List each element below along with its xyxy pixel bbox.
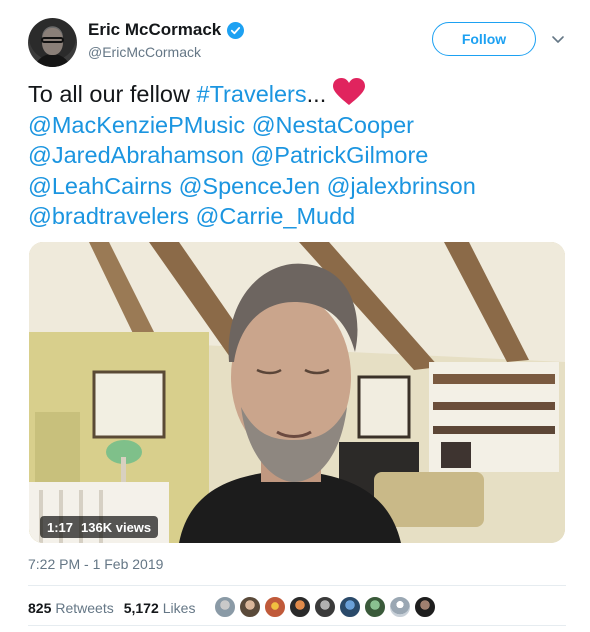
liker-avatar[interactable]: [389, 596, 411, 618]
mention-link[interactable]: @jalexbrinson: [327, 173, 476, 199]
mention-link[interactable]: @PatrickGilmore: [250, 142, 428, 168]
mention-link[interactable]: @LeahCairns: [28, 173, 172, 199]
video-info-badge: 1:17 136K views: [40, 516, 159, 538]
tweet-line-2: @MacKenziePMusic @NestaCooper: [28, 110, 568, 141]
author-handle[interactable]: @EricMcCormack: [88, 44, 201, 60]
divider: [28, 585, 566, 586]
verified-icon: [227, 21, 245, 39]
divider: [28, 625, 566, 626]
author-name-row[interactable]: Eric McCormack: [88, 20, 245, 40]
liker-avatar[interactable]: [339, 596, 361, 618]
mention-link[interactable]: @MacKenziePMusic: [28, 112, 245, 138]
tweet-line-5: @bradtravelers @Carrie_Mudd: [28, 201, 568, 232]
mention-link[interactable]: @Carrie_Mudd: [196, 203, 356, 229]
retweets-label[interactable]: Retweets: [55, 600, 113, 616]
mention-link[interactable]: @bradtravelers: [28, 203, 189, 229]
liker-avatar[interactable]: [264, 596, 286, 618]
follow-button[interactable]: Follow: [432, 22, 536, 56]
tweet-text: To all our fellow #Travelers... @MacKenz…: [28, 78, 568, 232]
mention-link[interactable]: @SpenceJen: [179, 173, 320, 199]
liker-avatars: [214, 596, 436, 618]
liker-avatar[interactable]: [214, 596, 236, 618]
video-thumbnail: [29, 242, 565, 543]
mention-link[interactable]: @NestaCooper: [252, 112, 414, 138]
tweet-timestamp[interactable]: 7:22 PM - 1 Feb 2019: [28, 556, 163, 572]
likes-label[interactable]: Likes: [163, 600, 196, 616]
liker-avatar[interactable]: [364, 596, 386, 618]
likes-count[interactable]: 5,172: [124, 600, 159, 616]
liker-avatar[interactable]: [289, 596, 311, 618]
author-display-name[interactable]: Eric McCormack: [88, 20, 221, 40]
video-player[interactable]: [29, 242, 565, 543]
tweet-stats: 825 Retweets 5,172 Likes: [28, 600, 205, 616]
retweets-count[interactable]: 825: [28, 600, 51, 616]
tweet-line-4: @LeahCairns @SpenceJen @jalexbrinson: [28, 171, 568, 202]
tweet-line-1: To all our fellow #Travelers...: [28, 78, 568, 110]
video-views: 136K views: [81, 519, 152, 535]
mention-link[interactable]: @JaredAbrahamson: [28, 142, 244, 168]
liker-avatar[interactable]: [239, 596, 261, 618]
tweet-intro: To all our fellow: [28, 81, 197, 107]
caret-down-icon[interactable]: [551, 32, 565, 46]
red-heart-icon: [333, 78, 366, 105]
tweet-ellipsis: ...: [306, 81, 327, 107]
liker-avatar[interactable]: [314, 596, 336, 618]
liker-avatar[interactable]: [414, 596, 436, 618]
tweet-card: Eric McCormack @EricMcCormack Follow To …: [0, 0, 590, 632]
video-duration: 1:17: [47, 519, 74, 535]
author-avatar[interactable]: [28, 18, 77, 67]
tweet-line-3: @JaredAbrahamson @PatrickGilmore: [28, 140, 568, 171]
hashtag-link[interactable]: #Travelers: [197, 81, 307, 107]
